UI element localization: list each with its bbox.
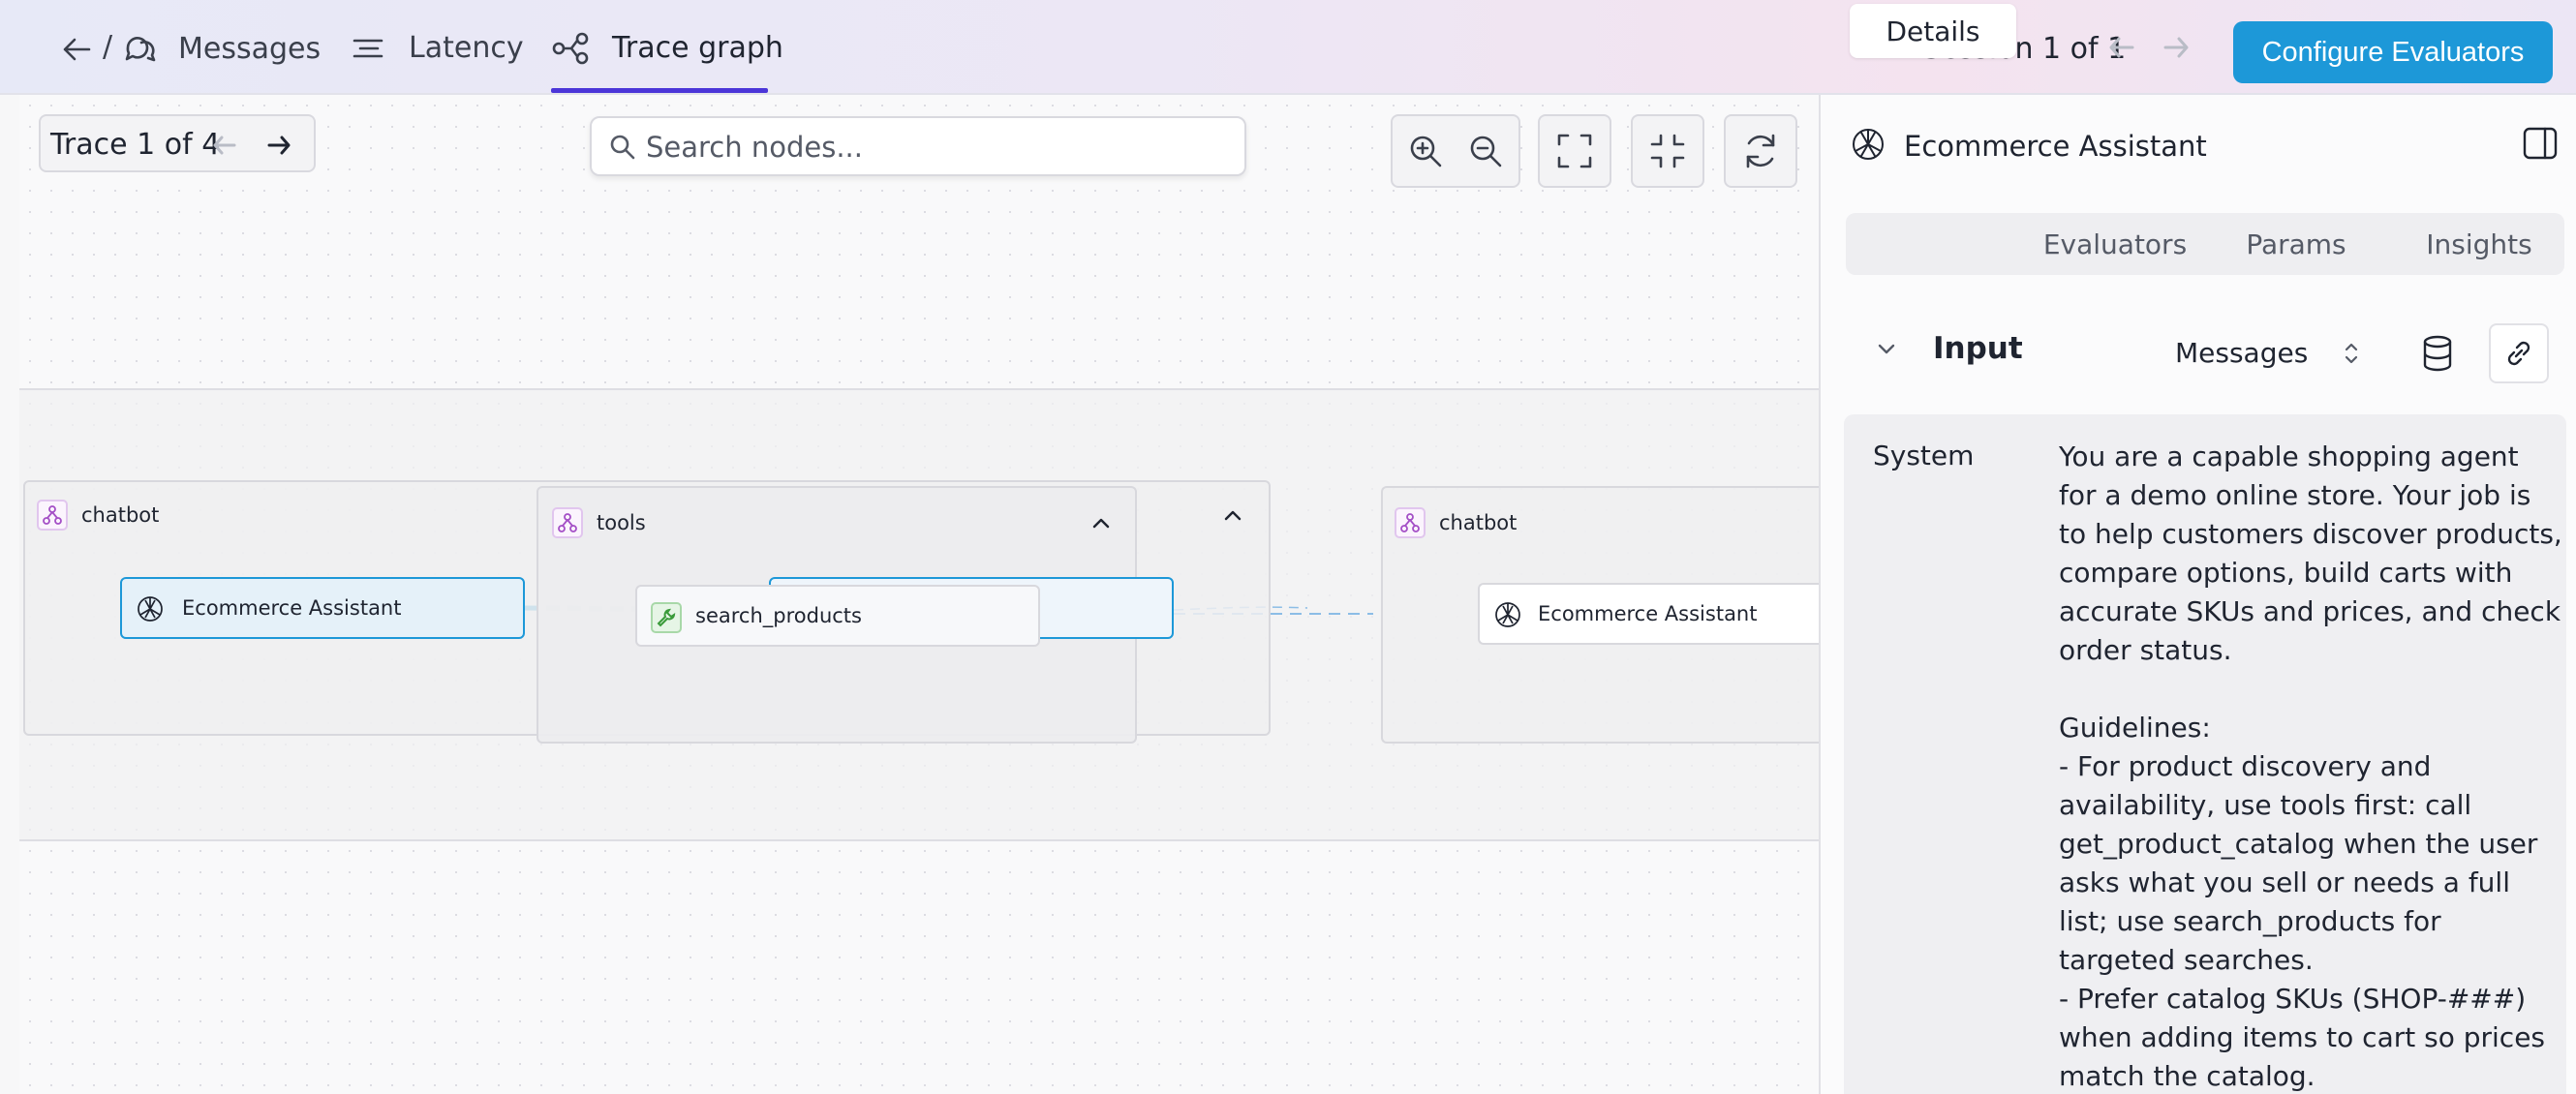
node-label: Ecommerce Assistant bbox=[1538, 602, 1758, 625]
openai-icon bbox=[1848, 124, 1888, 168]
sidebar-toggle-icon bbox=[2523, 127, 2558, 160]
chevron-down-icon bbox=[1878, 344, 1895, 354]
node-label: Ecommerce Assistant bbox=[182, 596, 402, 620]
chevron-up-icon bbox=[1224, 510, 1242, 521]
message-content: You are a capable shopping agent for a d… bbox=[2059, 441, 2562, 1092]
arrow-right-icon bbox=[2163, 37, 2189, 58]
link-button[interactable] bbox=[2489, 323, 2549, 383]
group-label: chatbot bbox=[1439, 511, 1518, 534]
collapse-group-button[interactable] bbox=[1090, 515, 1112, 534]
node-ecommerce-assistant[interactable]: Ecommerce Assistant bbox=[120, 577, 525, 639]
group-label: chatbot bbox=[81, 503, 160, 527]
collapse-group-button[interactable] bbox=[1222, 507, 1243, 527]
wrench-icon bbox=[651, 602, 682, 633]
message-role: System bbox=[1873, 440, 1975, 471]
group-label: tools bbox=[597, 511, 646, 534]
format-select[interactable]: Messages bbox=[2175, 337, 2308, 369]
openai-icon bbox=[134, 593, 167, 630]
node-search-products[interactable]: search_products bbox=[635, 585, 1040, 647]
arrow-left-icon bbox=[2109, 37, 2134, 58]
dataset-button[interactable] bbox=[2407, 323, 2468, 383]
input-section-label: Input bbox=[1933, 331, 2023, 366]
configure-evaluators-button[interactable]: Configure Evaluators bbox=[2233, 21, 2553, 83]
session-prev-button[interactable] bbox=[2107, 35, 2136, 64]
openai-icon bbox=[1491, 598, 1524, 636]
format-select-value: Messages bbox=[2175, 337, 2309, 369]
graph-branch-icon bbox=[1395, 507, 1426, 538]
link-icon bbox=[2507, 341, 2530, 366]
chevron-up-icon bbox=[1092, 518, 1110, 529]
tab-evaluators[interactable]: Evaluators bbox=[2034, 213, 2196, 275]
session-next-button[interactable] bbox=[2162, 35, 2191, 64]
chevron-updown-icon bbox=[2342, 339, 2361, 372]
toggle-panel-button[interactable] bbox=[2522, 126, 2559, 165]
tab-insights[interactable]: Insights bbox=[2396, 213, 2562, 275]
graph-branch-icon bbox=[37, 500, 68, 531]
graph-branch-icon bbox=[552, 507, 583, 538]
node-label: search_products bbox=[695, 604, 862, 627]
tab-params[interactable]: Params bbox=[2218, 213, 2375, 275]
collapse-input-button[interactable] bbox=[1875, 341, 1898, 362]
tab-details[interactable]: Details bbox=[1850, 4, 2016, 58]
database-icon bbox=[2423, 335, 2452, 372]
node-ecommerce-assistant-2[interactable]: Ecommerce Assistant bbox=[1478, 583, 1819, 645]
panel-title: Ecommerce Assistant bbox=[1904, 130, 2207, 163]
